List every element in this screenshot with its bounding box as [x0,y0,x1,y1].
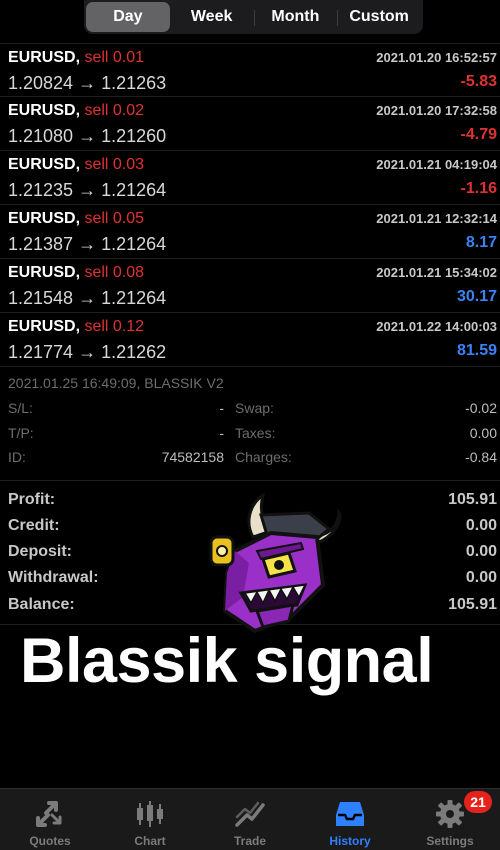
deal-prices: 1.21235 → 1.21264 [8,180,167,200]
deal-row[interactable]: EURUSD, sell 0.03 2021.01.21 04:19:04 1.… [0,151,500,205]
tab-chart-label: Chart [134,834,166,848]
balance-value: 105.91 [448,596,497,613]
taxes-value: 0.00 [469,425,497,441]
deal-row[interactable]: EURUSD, sell 0.05 2021.01.21 12:32:14 1.… [0,205,500,259]
deal-side: sell 0.03 [84,156,145,173]
id-value: 74582158 [161,449,224,465]
tab-quotes[interactable]: Quotes [0,789,100,850]
withdrawal-label: Withdrawal: [8,569,99,586]
deal-symbol: EURUSD, [8,156,81,173]
blassik-signal-caption: Blassik signal [20,626,434,696]
bottom-tab-bar: Quotes Chart Trade History Settings [0,788,500,850]
swap-label: Swap: [235,400,274,416]
candlestick-chart-icon [137,801,163,827]
detail-row-sl-swap: S/L: - Swap: -0.02 [0,400,500,420]
segment-custom[interactable]: Custom [337,2,421,32]
withdrawal-value: 0.00 [465,569,497,586]
deal-row[interactable]: EURUSD, sell 0.08 2021.01.21 15:34:02 1.… [0,259,500,313]
tp-value: - [219,425,224,441]
settings-notification-badge: 21 [464,791,492,813]
deal-side: sell 0.01 [84,49,145,66]
settings-gear-icon [436,800,464,828]
deal-time: 2021.01.20 17:32:58 [376,103,497,118]
deal-profit: -4.79 [460,126,497,143]
charges-label: Charges: [235,449,292,465]
blassik-robot-logo [209,493,342,633]
tab-trade[interactable]: Trade [200,789,300,850]
deal-symbol: EURUSD, [8,49,81,66]
quotes-arrows-icon [36,801,62,827]
segment-month[interactable]: Month [253,2,338,32]
trade-chart-icon [235,801,265,827]
deal-symbol: EURUSD, [8,264,81,281]
deal-side: sell 0.05 [84,210,145,227]
deal-profit: -5.83 [460,73,497,90]
tp-label: T/P: [8,425,34,441]
tab-trade-label: Trade [233,834,266,848]
swap-value: -0.02 [465,400,497,416]
deal-profit: 8.17 [465,234,497,251]
tab-history[interactable]: History [300,789,400,850]
deal-time: 2021.01.22 14:00:03 [376,319,497,334]
taxes-label: Taxes: [235,425,276,441]
deal-time: 2021.01.21 04:19:04 [376,157,497,172]
sl-value: - [219,400,224,416]
deal-profit: -1.16 [460,180,497,197]
tab-settings-label: Settings [426,834,474,848]
charges-value: -0.84 [465,449,497,465]
credit-label: Credit: [8,517,60,534]
deal-side: sell 0.12 [84,318,145,335]
segment-day[interactable]: Day [86,2,170,32]
deal-time: 2021.01.20 16:52:57 [376,50,497,65]
history-inbox-icon [336,802,364,826]
segment-week[interactable]: Week [170,2,254,32]
deal-side: sell 0.08 [84,264,145,281]
deal-prices: 1.21774 → 1.21262 [8,342,167,362]
deal-profit: 30.17 [456,288,497,305]
deal-detail-header: 2021.01.25 16:49:09, BLASSIK V2 [8,375,224,391]
profit-label: Profit: [8,491,56,508]
deal-symbol: EURUSD, [8,102,81,119]
deal-symbol: EURUSD, [8,210,81,227]
deal-prices: 1.21080 → 1.21260 [8,126,167,146]
deal-row[interactable]: EURUSD, sell 0.01 2021.01.20 16:52:57 1.… [0,43,500,97]
tab-quotes-label: Quotes [29,834,71,848]
deal-time: 2021.01.21 15:34:02 [376,265,497,280]
deposit-label: Deposit: [8,543,72,560]
deal-prices: 1.21387 → 1.21264 [8,234,167,254]
profit-value: 105.91 [448,491,497,508]
tab-chart[interactable]: Chart [100,789,200,850]
deal-row[interactable]: EURUSD, sell 0.12 2021.01.22 14:00:03 1.… [0,313,500,367]
sl-label: S/L: [8,400,33,416]
detail-row-id-charges: ID: 74582158 Charges: -0.84 [0,449,500,469]
deal-row[interactable]: EURUSD, sell 0.02 2021.01.20 17:32:58 1.… [0,97,500,151]
deals-list: EURUSD, sell 0.01 2021.01.20 16:52:57 1.… [0,43,500,367]
deposit-value: 0.00 [465,543,497,560]
deal-prices: 1.20824 → 1.21263 [8,73,167,93]
deal-time: 2021.01.21 12:32:14 [376,211,497,226]
credit-value: 0.00 [465,517,497,534]
divider [0,480,500,481]
deal-prices: 1.21548 → 1.21264 [8,288,167,308]
detail-row-tp-taxes: T/P: - Taxes: 0.00 [0,425,500,445]
deal-profit: 81.59 [456,342,497,359]
deal-symbol: EURUSD, [8,318,81,335]
deal-side: sell 0.02 [84,102,145,119]
period-segmented-control: Day Week Month Custom [84,0,423,34]
balance-label: Balance: [8,596,75,613]
tab-history-label: History [329,834,371,848]
id-label: ID: [8,449,26,465]
